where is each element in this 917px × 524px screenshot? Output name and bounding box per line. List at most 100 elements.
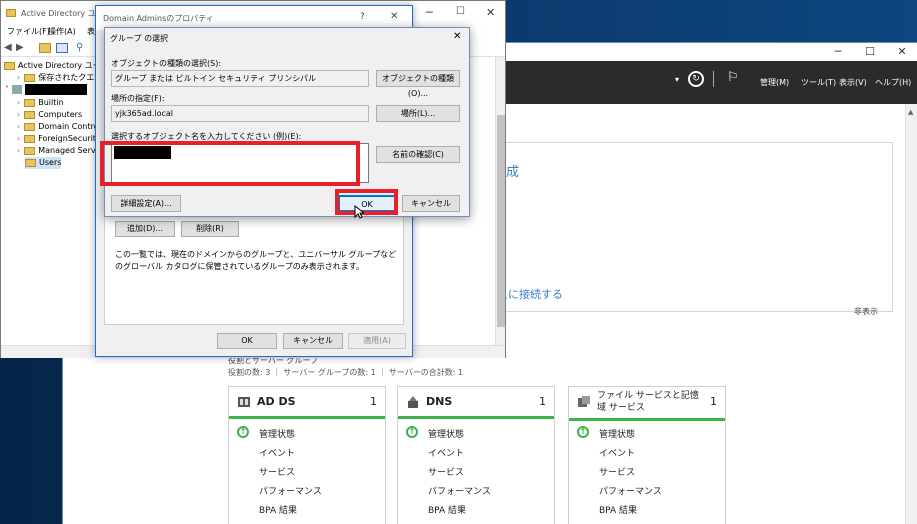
tree-item-domain-controllers[interactable]: › Domain Contro [17, 121, 98, 133]
refresh-icon[interactable]: ↻ [688, 71, 704, 87]
properties-title: Domain Adminsのプロパティ [103, 14, 214, 23]
tile-item-events[interactable]: イベント [599, 446, 635, 459]
dropdown-arrow-icon[interactable]: ▾ [675, 75, 679, 84]
menu-help[interactable]: ヘルプ(H) [875, 77, 911, 88]
tile-item-events[interactable]: イベント [259, 446, 295, 459]
menu-view[interactable]: 表示(V) [839, 77, 867, 88]
mouse-cursor-icon [354, 205, 364, 219]
tile-count: 1 [370, 395, 377, 408]
minimize-icon[interactable]: ─ [426, 6, 433, 19]
tile-header: ファイル サービスと記憶域 サービス 1 [569, 387, 725, 421]
tile-dns[interactable]: DNS 1 ↑ 管理状態 イベント サービス パフォーマンス BPA 結果 [397, 386, 555, 524]
tree-item-managed-service[interactable]: › Managed Servic [17, 145, 102, 157]
tile-item-bpa[interactable]: BPA 結果 [428, 503, 466, 516]
roles-summary: 役割の数: 3 ｜ サーバー グループの数: 1 ｜ サーバーの合計数: 1 [228, 368, 464, 377]
chevron-right-icon[interactable]: › [17, 134, 20, 143]
tile-item-status[interactable]: 管理状態 [599, 427, 635, 440]
minimize-icon[interactable]: ─ [823, 43, 853, 61]
connect-link-partial[interactable]: スに接続する [497, 286, 563, 302]
chevron-right-icon[interactable]: › [17, 110, 20, 119]
hide-link[interactable]: 非表示 [854, 306, 878, 317]
chevron-down-icon[interactable]: ˅ [5, 85, 9, 94]
tile-title: DNS [426, 395, 453, 408]
tile-file-services[interactable]: ファイル サービスと記憶域 サービス 1 ↑ 管理状態 イベント サービス パフ… [568, 386, 726, 524]
tile-ad-ds[interactable]: AD DS 1 ↑ 管理状態 イベント サービス パフォーマンス BPA 結果 [228, 386, 386, 524]
chevron-right-icon[interactable]: › [17, 73, 20, 82]
tile-item-status[interactable]: 管理状態 [259, 427, 295, 440]
remove-button[interactable]: 削除(R) [181, 221, 239, 237]
tile-item-performance[interactable]: パフォーマンス [259, 484, 322, 497]
folder-icon [24, 122, 36, 131]
close-icon[interactable]: ✕ [453, 31, 461, 42]
close-icon[interactable]: ✕ [390, 11, 398, 22]
object-type-label: オブジェクトの種類の選択(S): [111, 59, 222, 68]
cancel-button[interactable]: キャンセル [283, 333, 343, 349]
tree-label: Users [39, 158, 62, 167]
menu-file[interactable]: ファイル(F) [7, 26, 50, 37]
toolbar-divider [713, 71, 714, 87]
tile-item-status[interactable]: 管理状態 [428, 427, 464, 440]
tile-item-performance[interactable]: パフォーマンス [428, 484, 491, 497]
members-panel: 追加(D)... 削除(R) この一覧では、現在のドメインからのグループと、ユニ… [104, 211, 404, 325]
add-button[interactable]: 追加(D)... [115, 221, 175, 237]
tile-item-services[interactable]: サービス [599, 465, 635, 478]
welcome-text-partial: 成 [506, 165, 520, 180]
tile-header: DNS 1 [398, 387, 554, 419]
tile-item-events[interactable]: イベント [428, 446, 464, 459]
redacted-domain-name [25, 84, 87, 95]
object-types-button[interactable]: オブジェクトの種類(O)... [376, 70, 460, 98]
close-icon[interactable]: ✕ [887, 43, 917, 61]
folder-icon [24, 73, 36, 82]
aduc-scrollbar[interactable] [495, 57, 505, 345]
menu-view[interactable]: 表 [87, 26, 95, 37]
tile-item-bpa[interactable]: BPA 結果 [259, 503, 297, 516]
back-arrow-icon[interactable]: ◀ [4, 42, 12, 53]
menu-action[interactable]: 操作(A) [48, 26, 76, 37]
tile-item-services[interactable]: サービス [428, 465, 464, 478]
user-tool-icon[interactable]: ⚲ [76, 42, 83, 53]
tree-item-computers[interactable]: › Computers [17, 109, 82, 121]
cancel-button[interactable]: キャンセル [402, 195, 460, 212]
forward-arrow-icon[interactable]: ▶ [16, 42, 24, 53]
folder-icon [24, 110, 36, 119]
tree-label: ForeignSecurity [38, 134, 101, 143]
flag-icon[interactable]: ⚐ [727, 70, 739, 85]
chevron-right-icon[interactable]: › [17, 122, 20, 131]
tree-item-saved-queries[interactable]: › 保存されたクエリ [17, 72, 102, 84]
apply-button[interactable]: 適用(A) [348, 333, 406, 349]
scroll-up-icon[interactable]: ▲ [908, 108, 913, 116]
tree-item-foreign-security[interactable]: › ForeignSecurity [17, 133, 101, 145]
folder-icon [24, 98, 36, 107]
locations-button[interactable]: 場所(L)... [376, 105, 460, 122]
aduc-tree: Active Directory ユーザー › 保存されたクエリ ˅ › Built… [1, 57, 117, 347]
dns-icon [406, 395, 420, 409]
tree-label: Computers [38, 110, 83, 119]
vertical-scrollbar[interactable]: ▲ [905, 104, 917, 524]
tree-label: Domain Contro [38, 122, 99, 131]
chevron-right-icon[interactable]: › [17, 98, 20, 107]
tile-item-performance[interactable]: パフォーマンス [599, 484, 662, 497]
folder-icon [24, 146, 36, 155]
tree-item-domain[interactable]: ˅ [5, 84, 87, 96]
folder-up-icon[interactable] [39, 43, 51, 53]
maximize-icon[interactable]: ☐ [855, 43, 885, 61]
tree-item-builtin[interactable]: › Builtin [17, 97, 64, 109]
tile-item-bpa[interactable]: BPA 結果 [599, 503, 637, 516]
console-tree-icon[interactable] [56, 43, 68, 53]
file-services-icon [577, 395, 591, 409]
chevron-right-icon[interactable]: › [17, 146, 20, 155]
menu-manage[interactable]: 管理(M) [760, 77, 789, 88]
help-icon[interactable]: ? [360, 12, 365, 22]
advanced-button[interactable]: 詳細設定(A)... [111, 195, 181, 212]
close-icon[interactable]: ✕ [486, 6, 495, 19]
maximize-icon[interactable]: ☐ [456, 6, 465, 17]
ok-button[interactable]: OK [217, 333, 277, 349]
check-names-button[interactable]: 名前の確認(C) [376, 146, 460, 163]
folder-icon [25, 158, 36, 167]
menu-tools[interactable]: ツール(T) [801, 77, 836, 88]
tile-count: 1 [539, 395, 546, 408]
tile-item-services[interactable]: サービス [259, 465, 295, 478]
scroll-thumb[interactable] [497, 115, 505, 327]
tree-item-users[interactable]: Users [25, 157, 62, 169]
object-type-field: グループ または ビルトイン セキュリティ プリンシパル [111, 70, 369, 87]
